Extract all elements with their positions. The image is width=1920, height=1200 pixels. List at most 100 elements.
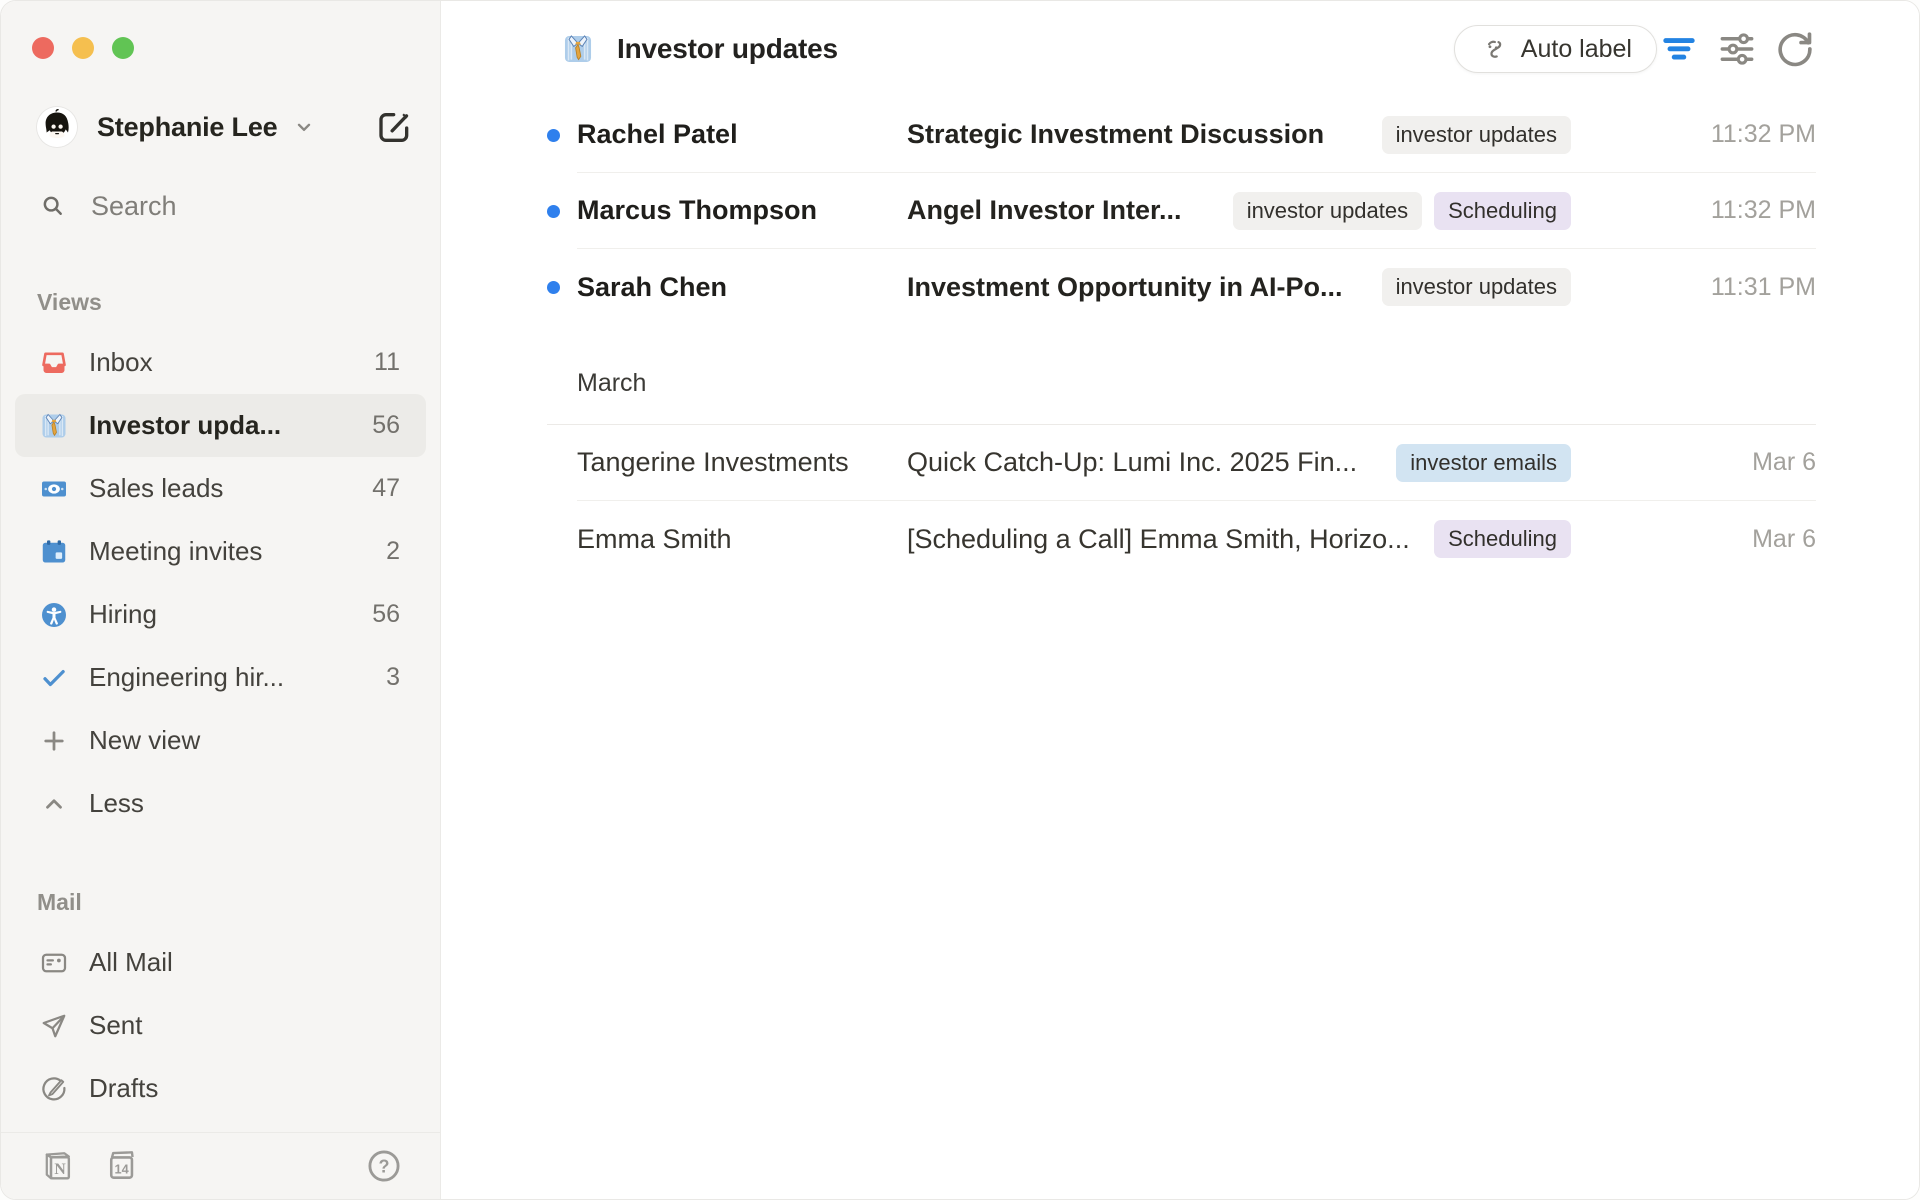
sidebar-item-less[interactable]: Less xyxy=(15,772,426,835)
email-tags: investor updates xyxy=(1362,268,1571,306)
auto-label-button[interactable]: Auto label xyxy=(1454,25,1657,73)
unread-dot xyxy=(547,281,560,294)
sidebar-section-mail: All MailSent Drafts xyxy=(1,931,440,1120)
email-tags: investor updates Scheduling xyxy=(1213,192,1571,230)
email-row-sarah-chen[interactable]: Sarah ChenInvestment Opportunity in AI-P… xyxy=(547,249,1816,325)
sidebar-item-label: Drafts xyxy=(89,1073,158,1104)
sidebar-item-drafts[interactable]: Drafts xyxy=(15,1057,426,1120)
sidebar-item-label: Hiring xyxy=(89,599,157,630)
email-tags: investor updates xyxy=(1362,116,1571,154)
email-tag-investor-emails[interactable]: investor emails xyxy=(1396,444,1571,482)
filter-icon[interactable] xyxy=(1657,27,1701,71)
sidebar-item-sales-leads[interactable]: Sales leads 47 xyxy=(15,457,426,520)
send-icon xyxy=(39,1011,69,1041)
page-title: Investor updates xyxy=(617,33,838,65)
email-tag-scheduling[interactable]: Scheduling xyxy=(1434,520,1571,558)
compose-button[interactable] xyxy=(374,107,414,147)
email-subject: [Scheduling a Call] Emma Smith, Horizo..… xyxy=(907,524,1410,555)
calendar-icon xyxy=(39,537,69,567)
unread-dot xyxy=(547,129,560,142)
window-controls xyxy=(1,1,440,59)
email-tags: Scheduling xyxy=(1414,520,1571,558)
email-sender: Sarah Chen xyxy=(577,272,907,303)
email-time: Mar 6 xyxy=(1571,448,1816,477)
checkmark-icon xyxy=(39,663,69,693)
unread-dot-column xyxy=(547,173,577,249)
shirt-tie-icon xyxy=(561,32,595,66)
email-time: 11:32 PM xyxy=(1571,120,1816,149)
sidebar-item-count: 3 xyxy=(386,663,400,692)
sidebar-item-count: 2 xyxy=(386,537,400,566)
all-mail-icon xyxy=(39,948,69,978)
email-row-content: Emma Smith[Scheduling a Call] Emma Smith… xyxy=(577,501,1816,577)
chevron-down-icon xyxy=(291,114,317,140)
email-tag-investor-updates[interactable]: investor updates xyxy=(1382,116,1571,154)
email-row-content: Rachel PatelStrategic Investment Discuss… xyxy=(577,97,1816,173)
sidebar-item-investor-upda[interactable]: Investor upda... 56 xyxy=(15,394,426,457)
person-circle-icon xyxy=(39,600,69,630)
sidebar-item-all-mail[interactable]: All Mail xyxy=(15,931,426,994)
draft-icon xyxy=(39,1074,69,1104)
unread-dot-column xyxy=(547,249,577,325)
email-row-content: Tangerine InvestmentsQuick Catch-Up: Lum… xyxy=(577,425,1816,501)
unread-dot-column xyxy=(547,501,577,577)
email-sender: Emma Smith xyxy=(577,524,907,555)
email-time: 11:31 PM xyxy=(1571,273,1816,302)
email-row-content: Sarah ChenInvestment Opportunity in AI-P… xyxy=(577,249,1816,325)
email-tag-scheduling[interactable]: Scheduling xyxy=(1434,192,1571,230)
help-icon[interactable]: ? xyxy=(366,1148,402,1184)
sidebar-item-sent[interactable]: Sent xyxy=(15,994,426,1057)
close-button[interactable] xyxy=(32,37,54,59)
sliders-icon[interactable] xyxy=(1715,27,1759,71)
sidebar-item-label: Meeting invites xyxy=(89,536,262,567)
notion-logo-icon[interactable]: N xyxy=(39,1148,75,1184)
app-window: Stephanie Lee Search ViewsInbox11Investo… xyxy=(0,0,1920,1200)
email-row-tangerine-investments[interactable]: Tangerine InvestmentsQuick Catch-Up: Lum… xyxy=(547,425,1816,501)
main-panel: Investor updates Auto label Rachel Patel… xyxy=(441,1,1919,1199)
email-subject: Strategic Investment Discussion xyxy=(907,119,1324,150)
sidebar-item-hiring[interactable]: Hiring 56 xyxy=(15,583,426,646)
email-subject: Angel Investor Inter... xyxy=(907,195,1182,226)
sidebar-item-new-view[interactable]: New view xyxy=(15,709,426,772)
unread-dot-column xyxy=(547,425,577,501)
sidebar-item-label: Sales leads xyxy=(89,473,223,504)
sidebar-section-views: Inbox 11 Investor upda... 56 Sales leads 47 Me… xyxy=(1,331,440,835)
sidebar-item-engineering-hir[interactable]: Engineering hir... 3 xyxy=(15,646,426,709)
refresh-icon[interactable] xyxy=(1773,27,1817,71)
chevron-up-icon xyxy=(39,789,69,819)
email-time: Mar 6 xyxy=(1571,525,1816,554)
email-sender: Rachel Patel xyxy=(577,119,907,150)
search-button[interactable]: Search xyxy=(39,189,414,223)
shirt-tie-icon xyxy=(39,411,69,441)
email-subject: Investment Opportunity in AI-Po... xyxy=(907,272,1343,303)
email-row-emma-smith[interactable]: Emma Smith[Scheduling a Call] Emma Smith… xyxy=(547,501,1816,577)
sidebar-item-label: Engineering hir... xyxy=(89,662,284,693)
sidebar-item-count: 56 xyxy=(372,600,400,629)
sidebar-item-count: 56 xyxy=(372,411,400,440)
calendar-app-icon[interactable]: 14 xyxy=(103,1148,139,1184)
sidebar: Stephanie Lee Search ViewsInbox11Investo… xyxy=(1,1,441,1199)
email-row-marcus-thompson[interactable]: Marcus ThompsonAngel Investor Inter...in… xyxy=(547,173,1816,249)
sidebar-item-label: Inbox xyxy=(89,347,153,378)
email-tag-investor-updates[interactable]: investor updates xyxy=(1233,192,1422,230)
email-tag-investor-updates[interactable]: investor updates xyxy=(1382,268,1571,306)
sidebar-item-inbox[interactable]: Inbox 11 xyxy=(15,331,426,394)
minimize-button[interactable] xyxy=(72,37,94,59)
email-row-rachel-patel[interactable]: Rachel PatelStrategic Investment Discuss… xyxy=(547,97,1816,173)
inbox-icon xyxy=(39,348,69,378)
account-switcher[interactable]: Stephanie Lee xyxy=(37,107,317,147)
sidebar-item-label: New view xyxy=(89,725,200,756)
email-row-content: Marcus ThompsonAngel Investor Inter...in… xyxy=(577,173,1816,249)
search-icon xyxy=(39,192,67,220)
sidebar-item-count: 11 xyxy=(374,348,400,377)
email-time: 11:32 PM xyxy=(1571,196,1816,225)
search-label: Search xyxy=(91,191,177,222)
sidebar-item-meeting-invites[interactable]: Meeting invites 2 xyxy=(15,520,426,583)
sidebar-item-count: 47 xyxy=(372,474,400,503)
sidebar-item-label: Investor upda... xyxy=(89,410,281,441)
expand-button[interactable] xyxy=(112,37,134,59)
avatar xyxy=(37,107,77,147)
sidebar-footer: N 14 ? xyxy=(1,1132,440,1199)
sidebar-section-label-mail: Mail xyxy=(37,889,440,915)
svg-text:N: N xyxy=(54,1161,66,1178)
